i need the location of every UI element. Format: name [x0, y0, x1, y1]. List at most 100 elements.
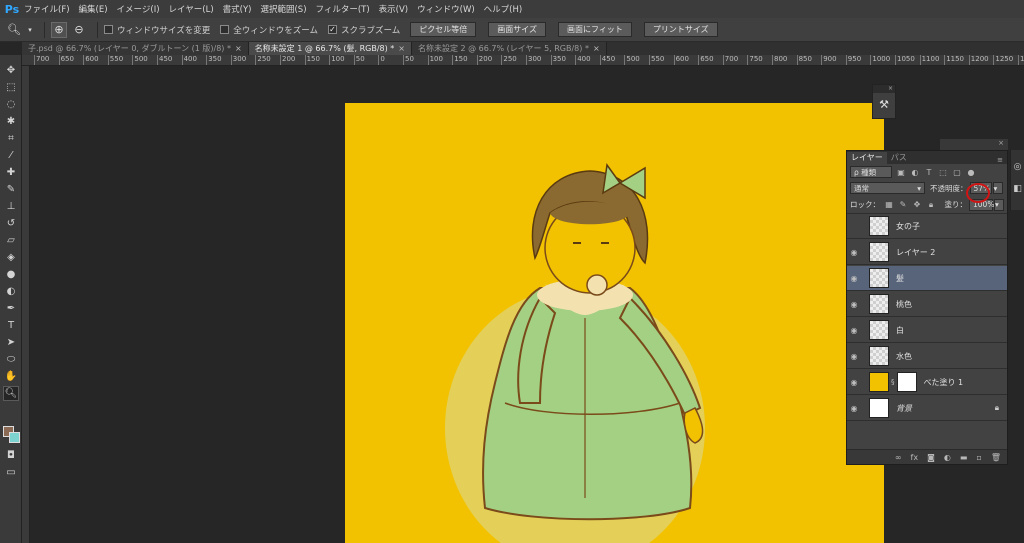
ruler-tick: [132, 55, 134, 65]
type-tool-icon[interactable]: T: [3, 318, 19, 333]
shape-filter-icon[interactable]: ⬚: [938, 167, 948, 177]
panel-menu-icon[interactable]: ≡: [997, 156, 1007, 164]
fill-screen-button[interactable]: 画面にフィット: [558, 22, 632, 37]
layer-row[interactable]: ◉ 水色: [847, 344, 1007, 369]
close-icon[interactable]: ×: [888, 85, 893, 92]
zoom-in-icon[interactable]: ⊕: [51, 21, 67, 38]
blur-tool-icon[interactable]: ●: [3, 267, 19, 282]
layer-name: 水色: [896, 351, 912, 361]
layer-row[interactable]: ◉ § べた塗り 1: [847, 370, 1007, 395]
new-group-icon[interactable]: ▬: [960, 453, 968, 462]
panel-collapse-bar[interactable]: ×: [940, 139, 1008, 150]
dodge-tool-icon[interactable]: ◐: [3, 284, 19, 299]
tab-document-2[interactable]: 名称未設定 1 @ 66.7% (髪, RGB/8) * ×: [248, 42, 412, 55]
background-color-swatch[interactable]: [9, 432, 20, 443]
fit-screen-button[interactable]: 画面サイズ: [488, 22, 547, 37]
new-layer-icon[interactable]: ▫: [976, 453, 981, 462]
eye-icon[interactable]: ◉: [847, 378, 861, 387]
adjustments-icon[interactable]: ◧: [1011, 184, 1024, 194]
paint-bucket-tool-icon[interactable]: ◈: [3, 250, 19, 265]
delete-layer-icon[interactable]: 🗑︎: [991, 453, 1001, 462]
hand-tool-icon[interactable]: ✋: [3, 369, 19, 384]
tab-document-3[interactable]: 名称未設定 2 @ 66.7% (レイヤー 5, RGB/8) * ×: [411, 42, 607, 55]
eraser-tool-icon[interactable]: ▱: [3, 233, 19, 248]
zoom-tool-icon[interactable]: 🔍︎: [6, 22, 22, 38]
type-filter-icon[interactable]: T: [924, 167, 934, 177]
lasso-tool-icon[interactable]: ◌: [3, 97, 19, 112]
filter-kind-dropdown[interactable]: ρ 種類: [850, 166, 892, 178]
crop-tool-icon[interactable]: ⌗: [3, 131, 19, 146]
adjustment-layer-icon[interactable]: ◐: [944, 453, 951, 462]
add-mask-icon[interactable]: ◙: [927, 453, 935, 462]
menu-select[interactable]: 選択範囲(S): [260, 3, 306, 15]
lock-all-icon[interactable]: 🔒︎: [926, 200, 936, 210]
chevron-down-icon[interactable]: ▾: [994, 198, 1004, 211]
actual-pixels-button[interactable]: ピクセル等倍: [410, 22, 477, 37]
close-icon[interactable]: ×: [235, 44, 242, 53]
eye-icon[interactable]: ◉: [847, 352, 861, 361]
zoom-out-icon[interactable]: ⊖: [71, 22, 87, 38]
ruler-label: 700: [36, 55, 50, 63]
layer-row[interactable]: ◉ レイヤー 2: [847, 240, 1007, 265]
tab-document-1[interactable]: 子.psd @ 66.7% (レイヤー 0, ダブルトーン (1 版)/8) *…: [22, 42, 249, 55]
eye-icon[interactable]: ◉: [847, 248, 861, 257]
tab-paths[interactable]: パス: [887, 152, 911, 164]
scrubby-zoom-checkbox[interactable]: ✓ スクラブズーム: [328, 24, 400, 36]
marquee-tool-icon[interactable]: ⬚: [3, 80, 19, 95]
brush-tool-icon[interactable]: ✎: [3, 182, 19, 197]
healing-brush-tool-icon[interactable]: ✚: [3, 165, 19, 180]
shape-tool-icon[interactable]: ⬭: [3, 352, 19, 367]
menu-file[interactable]: ファイル(F): [24, 3, 70, 15]
chevron-down-icon[interactable]: ▾: [992, 182, 1003, 194]
eyedropper-tool-icon[interactable]: ⁄: [3, 148, 19, 163]
layer-row[interactable]: ◉ 背景 🔒︎: [847, 396, 1007, 421]
menu-type[interactable]: 書式(Y): [223, 3, 252, 15]
eye-icon[interactable]: ◉: [847, 326, 861, 335]
eye-icon[interactable]: ◉: [847, 404, 861, 413]
menu-window[interactable]: ウィンドウ(W): [417, 3, 475, 15]
zoom-all-windows-checkbox[interactable]: 全ウィンドウをズーム: [220, 24, 318, 36]
document-canvas[interactable]: [345, 103, 884, 543]
close-icon[interactable]: ×: [998, 139, 1004, 147]
eye-icon[interactable]: ◉: [847, 274, 861, 283]
path-selection-tool-icon[interactable]: ➤: [3, 335, 19, 350]
close-icon[interactable]: ×: [593, 44, 600, 53]
menu-view[interactable]: 表示(V): [379, 3, 408, 15]
chevron-down-icon[interactable]: ▾: [26, 22, 34, 38]
tab-layers[interactable]: レイヤー: [847, 152, 887, 164]
history-brush-tool-icon[interactable]: ↺: [3, 216, 19, 231]
smart-object-filter-icon[interactable]: ▢: [952, 167, 962, 177]
lock-position-icon[interactable]: ✥: [912, 200, 922, 210]
pixel-filter-icon[interactable]: ▣: [896, 167, 906, 177]
lock-pixels-icon[interactable]: ✎: [898, 200, 908, 210]
filter-toggle-icon[interactable]: ●: [966, 167, 976, 177]
ruler-tick: [427, 55, 429, 65]
stamp-tool-icon[interactable]: ⊥: [3, 199, 19, 214]
layer-row[interactable]: ◉ 桃色: [847, 292, 1007, 317]
move-tool-icon[interactable]: ✥: [3, 63, 19, 78]
menu-layer[interactable]: レイヤー(L): [169, 3, 214, 15]
menu-image[interactable]: イメージ(I): [117, 3, 160, 15]
screen-mode-icon[interactable]: ▭: [3, 465, 19, 480]
pen-tool-icon[interactable]: ✒: [3, 301, 19, 316]
layer-row[interactable]: 女の子: [847, 214, 1007, 239]
layer-row[interactable]: ◉ 白: [847, 318, 1007, 343]
resize-windows-checkbox[interactable]: ウィンドウサイズを変更: [104, 24, 210, 36]
lock-transparency-icon[interactable]: ▦: [884, 200, 894, 210]
print-size-button[interactable]: プリントサイズ: [643, 22, 718, 37]
menu-edit[interactable]: 編集(E): [79, 3, 108, 15]
quick-mask-icon[interactable]: ◘: [3, 448, 19, 463]
layer-style-icon[interactable]: fx: [911, 453, 919, 462]
eye-icon[interactable]: ◉: [847, 300, 861, 309]
magic-wand-tool-icon[interactable]: ✱: [3, 114, 19, 129]
zoom-tool-icon[interactable]: 🔍︎: [3, 386, 19, 401]
history-brush-icon[interactable]: ⚒: [873, 93, 895, 117]
blend-mode-dropdown[interactable]: 通常 ▾: [850, 182, 925, 194]
menu-filter[interactable]: フィルター(T): [316, 3, 370, 15]
adjustment-filter-icon[interactable]: ◐: [910, 167, 920, 177]
link-layers-icon[interactable]: ∞: [895, 453, 902, 462]
layer-row[interactable]: ◉ 髪: [847, 266, 1007, 291]
close-icon[interactable]: ×: [398, 44, 405, 53]
menu-help[interactable]: ヘルプ(H): [484, 3, 523, 15]
properties-icon[interactable]: ◎: [1011, 162, 1024, 172]
